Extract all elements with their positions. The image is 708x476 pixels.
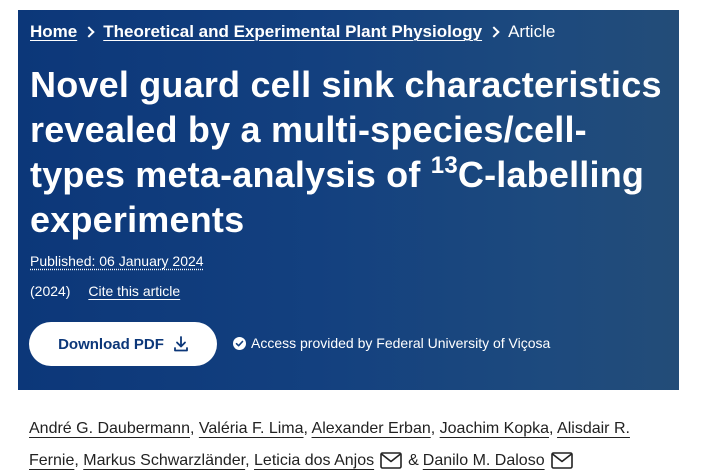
article-title-superscript: 13 — [430, 152, 458, 179]
access-notice: Access provided by Federal University of… — [233, 335, 550, 351]
author-link[interactable]: André G. Daubermann — [29, 420, 190, 437]
author-separator: , — [245, 452, 250, 469]
breadcrumb-current: Article — [508, 22, 556, 41]
download-pdf-label: Download PDF — [58, 335, 164, 353]
breadcrumb-home-link[interactable]: Home — [30, 22, 77, 42]
author-separator: , — [189, 420, 195, 437]
download-icon — [174, 336, 188, 352]
author-link[interactable]: Markus Schwarzländer — [83, 452, 245, 469]
author-link[interactable]: Leticia dos Anjos — [254, 452, 374, 469]
check-circle-icon — [233, 336, 246, 350]
breadcrumb-journal-link[interactable]: Theoretical and Experimental Plant Physi… — [103, 22, 482, 42]
access-text: Access provided by Federal University of… — [251, 335, 551, 351]
publication-year: (2024) — [30, 283, 71, 299]
author-separator: , — [303, 420, 308, 437]
author-link[interactable]: Danilo M. Daloso — [423, 452, 545, 469]
chevron-right-icon — [488, 26, 500, 38]
article-title: Novel guard cell sink characteristics re… — [30, 62, 670, 242]
author-link[interactable]: Joachim Kopka — [440, 420, 549, 437]
mail-icon[interactable] — [550, 449, 573, 476]
author-separator: , — [430, 420, 436, 437]
author-separator: , — [74, 452, 79, 469]
cite-article-link[interactable]: Cite this article — [88, 283, 180, 299]
author-link[interactable]: Alexander Erban — [312, 420, 431, 437]
author-link[interactable]: Valéria F. Lima — [199, 420, 304, 437]
article-header: Home Theoretical and Experimental Plant … — [18, 10, 679, 390]
author-list: André G. Daubermann, Valéria F. Lima, Al… — [29, 413, 669, 476]
published-date: Published: 06 January 2024 — [30, 253, 204, 269]
author-separator: , — [549, 420, 554, 437]
chevron-right-icon — [83, 26, 95, 38]
article-meta: (2024) Cite this article — [30, 283, 180, 299]
breadcrumb: Home Theoretical and Experimental Plant … — [30, 22, 555, 42]
mail-icon[interactable] — [380, 449, 402, 476]
download-pdf-button[interactable]: Download PDF — [29, 322, 217, 366]
author-ampersand: & — [408, 452, 419, 469]
